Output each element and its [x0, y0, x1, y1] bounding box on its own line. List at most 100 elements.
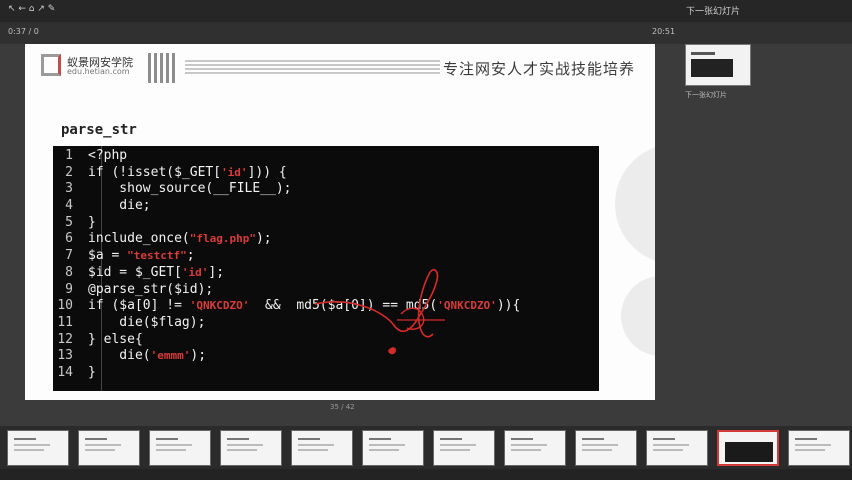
thumb-text-line [14, 444, 50, 446]
code-block: 1 <?php 2 if (!isset($_GET[ 'id' ])) {3 show_… [53, 146, 599, 391]
thumb-text-line [369, 438, 391, 440]
slide-thumbnail[interactable] [433, 430, 495, 466]
thumb-text-line [582, 449, 612, 451]
thumb-text-line [14, 438, 36, 440]
code-text: } [88, 364, 96, 380]
page-indicator: 35 / 42 [330, 403, 355, 411]
slide-thumbnail[interactable] [362, 430, 424, 466]
thumb-text-line [156, 444, 192, 446]
line-number: 9 [65, 281, 73, 297]
slide-thumbnail[interactable] [291, 430, 353, 466]
thumb-text-line [298, 449, 328, 451]
slide-thumbnail[interactable] [788, 430, 850, 466]
slide-thumbnail[interactable] [717, 430, 779, 466]
code-line: 5} [53, 215, 599, 232]
line-number: 2 [65, 164, 73, 180]
code-line: 14} [53, 365, 599, 382]
thumb-text-line [440, 444, 476, 446]
thumb-text-line [795, 449, 825, 451]
top-toolbar: ↖ ← ⌂ ↗ ✎ 下一张幻灯片 [0, 0, 852, 22]
string-literal: 'QNKCDZO' [189, 299, 250, 313]
deco-circle [621, 276, 655, 356]
thumb-text-line [582, 438, 604, 440]
next-slide-caption: 下一张幻灯片 [685, 91, 727, 99]
code-line: 11 die($flag); [53, 315, 599, 332]
slide-thumbnail[interactable] [646, 430, 708, 466]
code-lines: 1 <?php 2 if (!isset($_GET[ 'id' ])) {3 show_… [53, 148, 599, 382]
thumb-text-line [440, 449, 470, 451]
line-number: 6 [65, 231, 73, 247]
toolbar-icons[interactable]: ↖ ← ⌂ ↗ ✎ [8, 4, 55, 14]
code-text: } [88, 214, 96, 230]
next-slide-thumbnail[interactable] [685, 44, 751, 86]
slide-thumbnail[interactable] [7, 430, 69, 466]
thumb-text-line [582, 444, 618, 446]
mini-title [691, 52, 715, 55]
code-text: show_source(__FILE__); [88, 181, 292, 197]
thumb-text-line [298, 444, 334, 446]
code-text: die; [88, 198, 151, 214]
thumb-text-line [85, 444, 121, 446]
code-text: die( [88, 348, 151, 364]
line-number: 13 [57, 348, 73, 364]
code-text: if (!isset($_GET[ [88, 164, 222, 180]
thumb-text-line [227, 438, 249, 440]
thumb-text-line [227, 444, 263, 446]
status-bar [0, 469, 852, 480]
code-text: $a = [88, 248, 128, 264]
string-literal: 'QNKCDZO' [437, 299, 497, 313]
slide-thumbnail[interactable] [149, 430, 211, 466]
line-number: 14 [57, 364, 73, 380]
code-text: ); [255, 231, 272, 247]
qr-code-icon [148, 53, 178, 83]
thumb-text-line [298, 438, 320, 440]
code-text: include_once( [88, 231, 190, 247]
slide-thumbnail[interactable] [575, 430, 637, 466]
code-text: ; [186, 248, 195, 264]
elapsed-time: 0:37 / 0 [8, 27, 39, 36]
thumb-text-line [653, 444, 689, 446]
thumb-text-line [795, 438, 817, 440]
thumb-text-line [440, 438, 462, 440]
code-line: 3 show_source(__FILE__); [53, 181, 599, 198]
thumb-text-line [511, 449, 541, 451]
code-text: ])) { [247, 164, 287, 180]
code-line: 7 $a = "testctf"; [53, 248, 599, 265]
current-slide: 蚁景网安学院 edu.hetian.com 专注网安人才实战技能培养 parse… [25, 44, 655, 400]
logo-url: edu.hetian.com [67, 67, 130, 76]
thumb-code-block [725, 442, 773, 462]
line-number: 5 [65, 214, 73, 230]
code-line: 12} else{ [53, 332, 599, 349]
line-number: 7 [65, 248, 73, 264]
code-text: } else{ [88, 331, 143, 347]
deco-circle [615, 144, 655, 264]
thumb-text-line [156, 438, 178, 440]
thumb-text-line [156, 449, 186, 451]
thumb-text-line [85, 449, 115, 451]
slide-title: parse_str [61, 122, 137, 138]
slide-thumbnail[interactable] [78, 430, 140, 466]
header-stripes [185, 60, 440, 74]
next-slide-label: 下一张幻灯片 [686, 7, 741, 17]
thumb-text-line [511, 444, 547, 446]
thumb-text-line [369, 449, 399, 451]
code-line: 4 die; [53, 198, 599, 215]
code-text: $id = $_GET[ [88, 264, 182, 280]
code-text: <?php [88, 148, 128, 163]
code-text: && md5($a[0]) == md5( [249, 298, 438, 314]
code-line: 10 if ($a[0] != 'QNKCDZO' && md5($a[0]) =… [53, 298, 599, 315]
slide-thumbnail[interactable] [220, 430, 282, 466]
thumb-text-line [85, 438, 107, 440]
string-literal: "flag.php" [189, 232, 256, 246]
string-literal: 'id' [181, 265, 209, 279]
line-number: 1 [65, 148, 73, 163]
slide-thumbnail[interactable] [504, 430, 566, 466]
thumb-text-line [14, 449, 44, 451]
mini-code [691, 59, 733, 77]
code-text: ]; [208, 264, 225, 280]
string-literal: "testctf" [127, 249, 187, 263]
thumb-text-line [511, 438, 533, 440]
code-line: 13 die('emmm'); [53, 348, 599, 365]
code-line: 8 $id = $_GET['id']; [53, 265, 599, 282]
code-line: 9 @parse_str($id); [53, 282, 599, 299]
